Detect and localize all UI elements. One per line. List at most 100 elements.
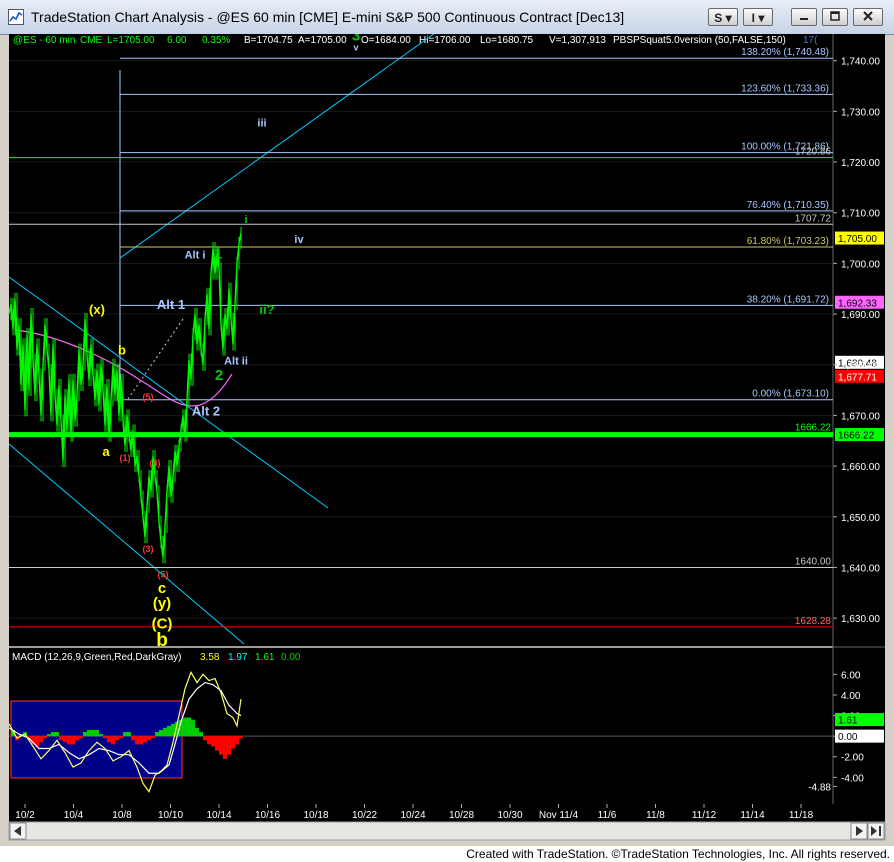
macd-histogram-bar [155, 732, 159, 737]
macd-histogram-bar [203, 736, 207, 741]
price-panel-background [9, 34, 833, 646]
date-label: 10/28 [449, 810, 474, 821]
wave-label: Alt ii [224, 356, 248, 368]
macd-histogram-bar [95, 729, 99, 737]
scroll-end-button[interactable] [867, 822, 885, 840]
chevron-down-icon: ▾ [758, 11, 765, 25]
macd-histogram-bar [223, 736, 227, 759]
macd-tick-label: -2.00 [841, 753, 864, 764]
macd-histogram-bar [119, 736, 123, 739]
header-symbol: @ES - 60 min [13, 35, 75, 46]
date-label: 10/18 [303, 810, 328, 821]
strategy-button[interactable]: S ▾ [708, 8, 738, 26]
header-ask: A=1705.00 [298, 35, 347, 46]
macd-histogram-bar [135, 736, 139, 745]
wave-label: Alt i [185, 249, 206, 261]
header-low: Lo=1680.75 [480, 35, 534, 46]
macd-histogram-bar [239, 736, 243, 739]
macd-histogram-bar [59, 736, 63, 741]
date-label: 11/14 [740, 810, 765, 821]
wave-label: 2 [215, 367, 223, 384]
macd-value: 3.58 [200, 652, 220, 663]
header-high: Hi=1706.00 [419, 35, 471, 46]
footer-copyright: Created with TradeStation. ©TradeStation… [466, 847, 890, 861]
macd-histogram-bar [143, 736, 147, 743]
macd-histogram-bar [75, 736, 79, 741]
macd-title: MACD (12,26,9,Green,Red,DarkGray) [12, 652, 182, 663]
minimize-button[interactable] [791, 8, 817, 26]
window-titlebar: TradeStation Chart Analysis - @ES 60 min… [0, 0, 894, 35]
fib-label: 138.20% (1,740.48) [741, 47, 829, 58]
macd-histogram-bar [227, 736, 231, 755]
macd-histogram-bar [111, 736, 115, 745]
wave-label: ii? [259, 302, 274, 317]
wave-label: Alt 1 [157, 297, 185, 312]
price-tick-label: 1,710.00 [841, 209, 880, 220]
macd-histogram-bar [83, 732, 87, 737]
wave-label: a [102, 444, 110, 459]
macd-histogram-bar [195, 727, 199, 737]
wave-label: (5) [158, 570, 169, 580]
macd-histogram-bar [163, 727, 167, 737]
macd-tick-label: 4.00 [841, 691, 861, 702]
macd-histogram-bar [55, 732, 59, 737]
date-label: 11/18 [789, 810, 814, 821]
date-label: 10/24 [400, 810, 425, 821]
macd-histogram-bar [39, 736, 43, 743]
macd-histogram-bar [207, 736, 211, 745]
macd-histogram-bar [63, 736, 67, 743]
wave-label: v [353, 43, 358, 53]
header-last: L=1705.00 [107, 35, 155, 46]
fib-label: 123.60% (1,733.36) [741, 83, 829, 94]
horizontal-scrollbar[interactable] [8, 821, 886, 841]
wave-label: (y) [153, 595, 171, 612]
wave-label: Alt 2 [192, 403, 220, 418]
fib-label: 61.80% (1,703.23) [747, 236, 829, 247]
price-badge-label: 1,692.33 [838, 298, 877, 309]
macd-histogram-bar [151, 736, 155, 739]
price-tick-label: 1,640.00 [841, 563, 880, 574]
header-extra: 17( [803, 35, 818, 46]
scroll-left-button[interactable] [9, 822, 27, 840]
macd-histogram-bar [139, 736, 143, 745]
price-tick-label: 1,740.00 [841, 57, 880, 68]
fib-label: 76.40% (1,710.35) [747, 200, 829, 211]
macd-histogram-bar [107, 736, 111, 743]
macd-histogram-bar [43, 736, 47, 739]
macd-histogram-bar [187, 717, 191, 737]
macd-histogram-bar [159, 729, 163, 737]
price-tick-label: 1,670.00 [841, 411, 880, 422]
macd-value: 1.61 [255, 652, 275, 663]
date-label: 11/12 [692, 810, 717, 821]
maximize-button[interactable] [822, 8, 848, 26]
macd-histogram-bar [231, 736, 235, 749]
wave-label: iii [257, 118, 266, 130]
level-label: 1720.86 [795, 147, 832, 158]
date-label: Nov 11/4 [539, 810, 579, 821]
level-label: 1666.22 [795, 423, 832, 434]
fib-label: 0.00% (1,673.10) [752, 389, 829, 400]
wave-label: (1) [120, 453, 131, 463]
wave-label: b [156, 630, 168, 651]
scroll-right-button[interactable] [850, 822, 868, 840]
macd-histogram-bar [103, 736, 107, 739]
header-pct: 0.35% [202, 35, 230, 46]
date-label: 10/2 [15, 810, 35, 821]
close-icon [863, 11, 873, 21]
wave-label: (x) [89, 302, 105, 317]
date-label: 11/6 [598, 810, 617, 821]
macd-histogram-bar [183, 717, 187, 737]
price-badge-label: 1,705.00 [838, 234, 877, 245]
macd-histogram-bar [71, 736, 75, 745]
indicator-button[interactable]: I ▾ [743, 8, 773, 26]
macd-histogram-bar [191, 719, 195, 737]
macd-histogram-bar [47, 734, 51, 737]
macd-histogram-bar [99, 734, 103, 737]
macd-value: 0.00 [281, 652, 301, 663]
macd-histogram-bar [91, 729, 95, 737]
fib-label: 38.20% (1,691.72) [747, 294, 829, 305]
macd-histogram-bar [147, 736, 151, 741]
price-tick-label: 1,700.00 [841, 259, 880, 270]
macd-histogram-bar [219, 736, 223, 755]
close-button[interactable] [853, 8, 883, 26]
